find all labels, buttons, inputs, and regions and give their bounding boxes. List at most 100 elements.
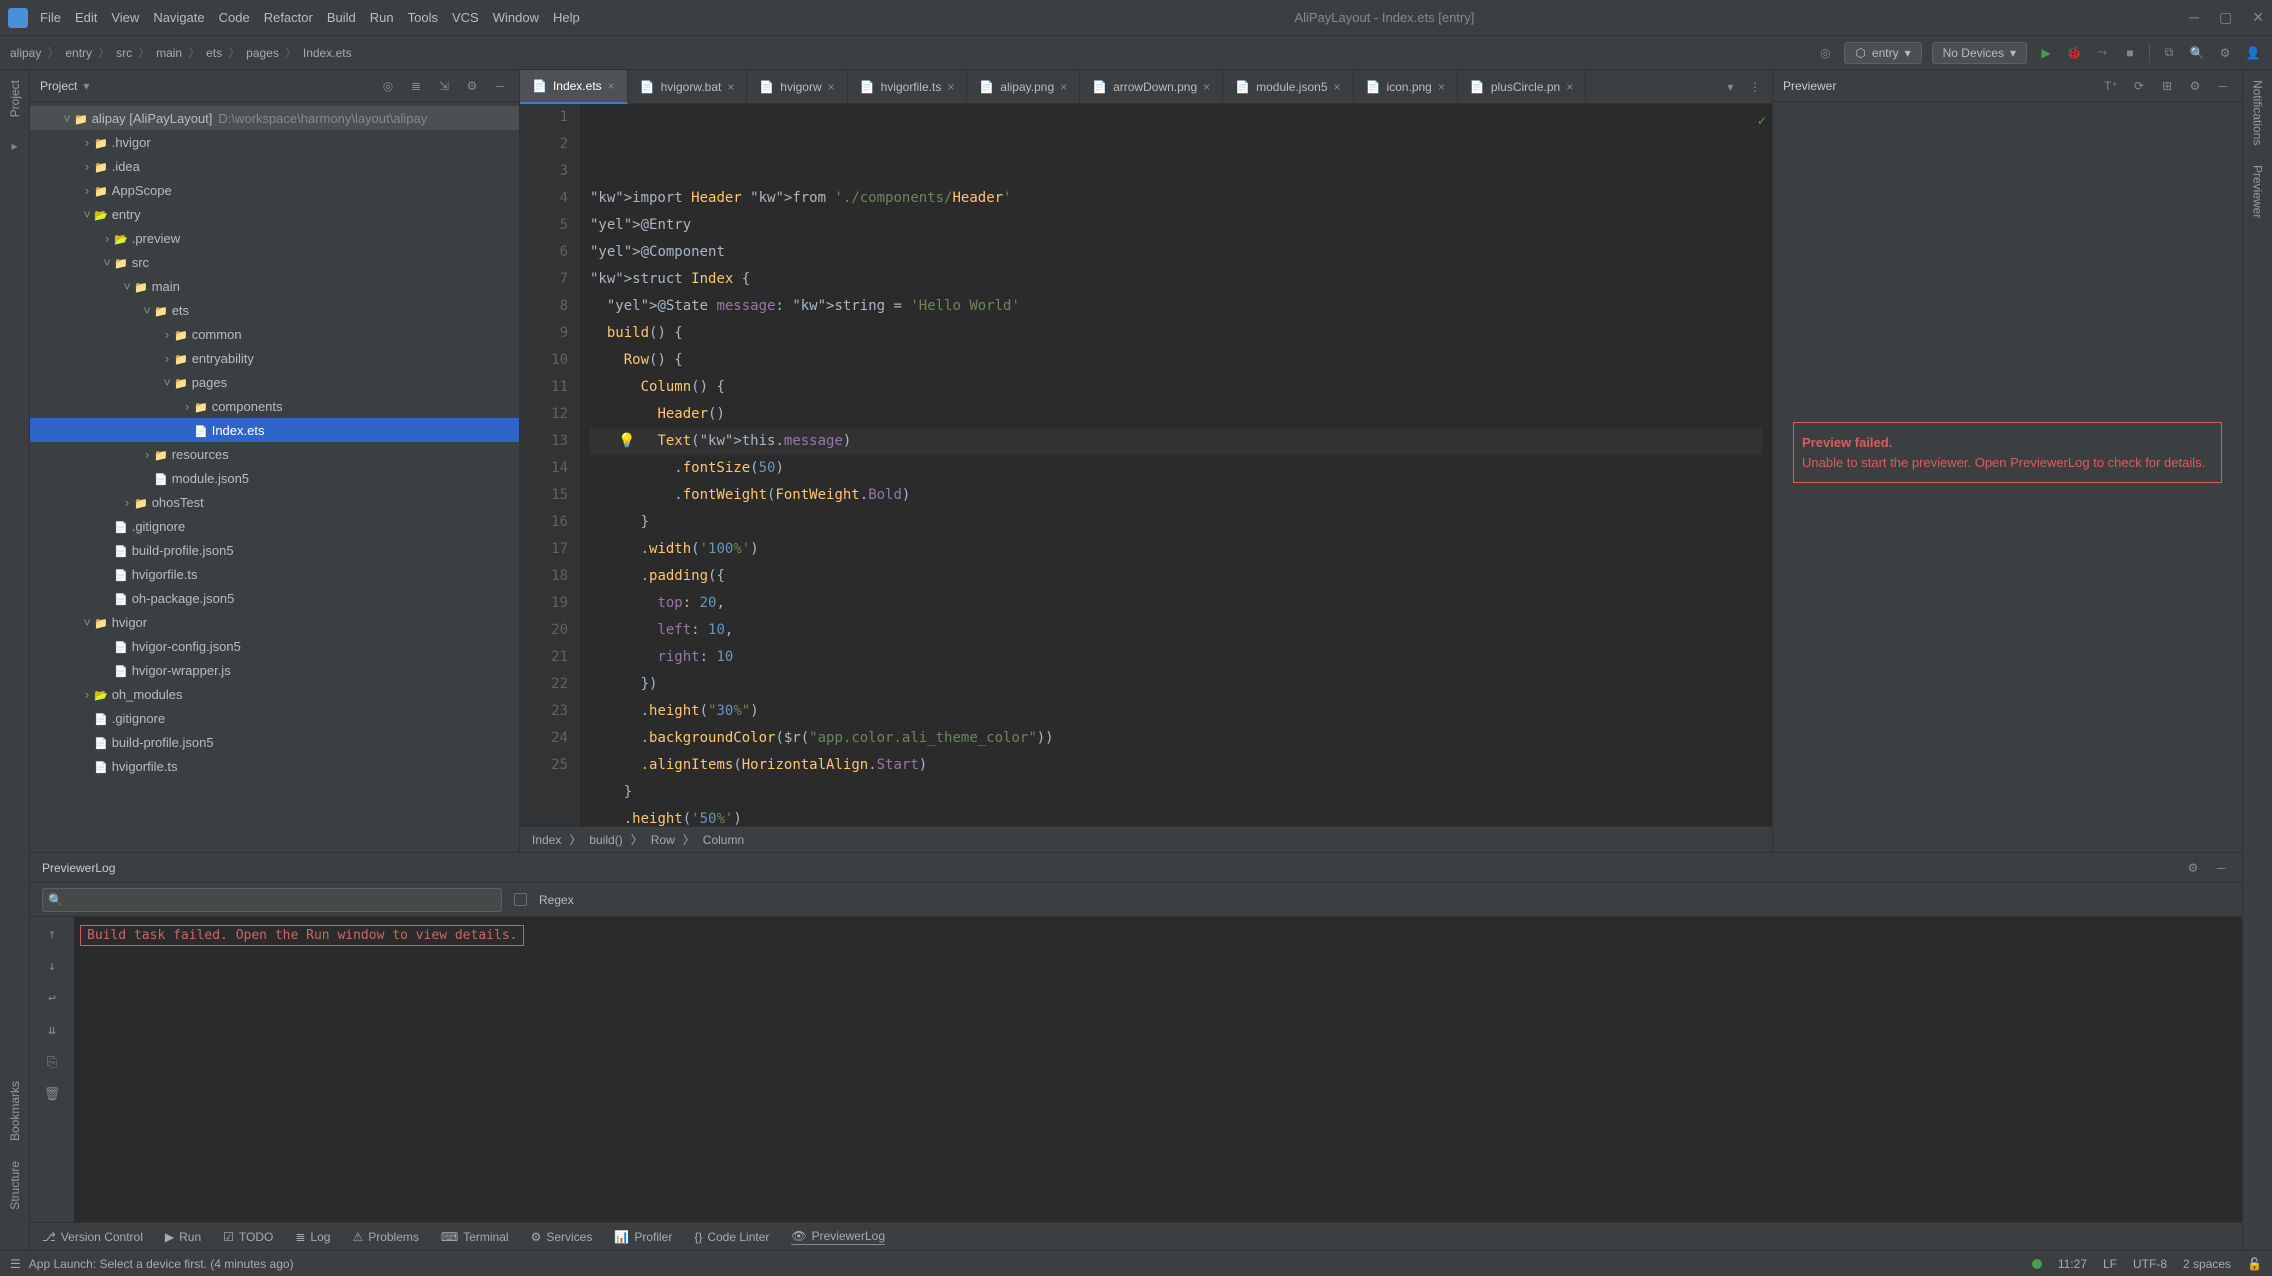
- tree-row[interactable]: ˅entry: [30, 202, 519, 226]
- open-icon[interactable]: ⧉: [2160, 44, 2178, 62]
- line-separator[interactable]: LF: [2103, 1257, 2117, 1271]
- structure-tab[interactable]: Structure: [8, 1161, 22, 1210]
- run-icon[interactable]: ▶: [2037, 44, 2055, 62]
- tree-row[interactable]: oh-package.json5: [30, 586, 519, 610]
- tree-row[interactable]: hvigor-config.json5: [30, 634, 519, 658]
- intention-bulb-icon[interactable]: 💡: [618, 428, 635, 455]
- tool-window-tab[interactable]: ⚙Services: [531, 1230, 593, 1244]
- menu-code[interactable]: Code: [219, 10, 250, 25]
- maximize-icon[interactable]: ▢: [2219, 9, 2232, 26]
- tree-row[interactable]: hvigor-wrapper.js: [30, 658, 519, 682]
- expand-icon[interactable]: ⇲: [435, 77, 453, 95]
- tool-window-tab[interactable]: ⚠Problems: [352, 1230, 418, 1244]
- breadcrumb-item[interactable]: Index.ets: [303, 46, 352, 60]
- device-selector[interactable]: No Devices▾: [1932, 42, 2027, 64]
- breadcrumb-item[interactable]: src: [116, 46, 132, 60]
- down-icon[interactable]: ↓: [43, 957, 61, 975]
- tool-window-tab[interactable]: ⌨Terminal: [441, 1230, 509, 1244]
- tree-row[interactable]: hvigorfile.ts: [30, 562, 519, 586]
- editor-tab[interactable]: 📄plusCircle.pn×: [1458, 70, 1586, 104]
- breadcrumb-item[interactable]: pages: [246, 46, 279, 60]
- tree-row[interactable]: ˅alipay [AliPayLayout]D:\workspace\harmo…: [30, 106, 519, 130]
- collapse-icon[interactable]: ≣: [407, 77, 425, 95]
- tree-row[interactable]: ›.idea: [30, 154, 519, 178]
- stop-icon[interactable]: ■: [2121, 44, 2139, 62]
- hide-icon[interactable]: ─: [2214, 77, 2232, 95]
- wrap-icon[interactable]: ↩: [43, 989, 61, 1007]
- target-icon[interactable]: ◎: [1816, 44, 1834, 62]
- hide-icon[interactable]: ─: [491, 77, 509, 95]
- tree-row[interactable]: build-profile.json5: [30, 730, 519, 754]
- module-selector[interactable]: ⬡ entry▾: [1844, 42, 1921, 64]
- breadcrumb-item[interactable]: ets: [206, 46, 222, 60]
- chevron-icon[interactable]: ▸: [6, 137, 24, 155]
- close-icon[interactable]: ✕: [2252, 9, 2264, 26]
- tree-row[interactable]: ›ohosTest: [30, 490, 519, 514]
- tree-row[interactable]: ›common: [30, 322, 519, 346]
- close-tab-icon[interactable]: ×: [608, 79, 615, 93]
- export-icon[interactable]: ⎘: [43, 1053, 61, 1071]
- hide-icon[interactable]: ─: [2212, 859, 2230, 877]
- tool-window-tab[interactable]: 👁PreviewerLog: [791, 1229, 885, 1245]
- menu-view[interactable]: View: [111, 10, 139, 25]
- tool-window-tab[interactable]: ⎇Version Control: [42, 1230, 143, 1244]
- notifications-tab[interactable]: Notifications: [2251, 80, 2265, 145]
- menu-tools[interactable]: Tools: [408, 10, 438, 25]
- tree-row[interactable]: .gitignore: [30, 514, 519, 538]
- tabs-dropdown-icon[interactable]: ▾: [1721, 78, 1739, 96]
- gear-icon[interactable]: ⚙: [2186, 77, 2204, 95]
- trash-icon[interactable]: 🗑: [43, 1085, 61, 1103]
- tabs-more-icon[interactable]: ⋮: [1746, 78, 1764, 96]
- regex-checkbox[interactable]: [514, 893, 527, 906]
- tree-row[interactable]: Index.ets: [30, 418, 519, 442]
- editor-tab[interactable]: 📄hvigorfile.ts×: [848, 70, 968, 104]
- breadcrumb-item[interactable]: main: [156, 46, 182, 60]
- menu-navigate[interactable]: Navigate: [153, 10, 204, 25]
- menu-edit[interactable]: Edit: [75, 10, 97, 25]
- bookmarks-tab[interactable]: Bookmarks: [8, 1081, 22, 1141]
- breadcrumb-item[interactable]: alipay: [10, 46, 41, 60]
- editor-tab[interactable]: 📄hvigorw.bat×: [628, 70, 748, 104]
- gear-icon[interactable]: ⚙: [463, 77, 481, 95]
- editor-tab[interactable]: 📄hvigorw×: [747, 70, 847, 104]
- search-icon[interactable]: 🔍: [2188, 44, 2206, 62]
- close-tab-icon[interactable]: ×: [727, 80, 734, 94]
- editor-tab[interactable]: 📄icon.png×: [1354, 70, 1458, 104]
- encoding[interactable]: UTF-8: [2133, 1257, 2167, 1271]
- refresh-icon[interactable]: ⟳: [2130, 77, 2148, 95]
- menu-file[interactable]: File: [40, 10, 61, 25]
- tree-row[interactable]: ˅pages: [30, 370, 519, 394]
- tool-window-tab[interactable]: ☑TODO: [223, 1230, 273, 1244]
- tree-row[interactable]: ›.preview: [30, 226, 519, 250]
- log-output[interactable]: ↑ ↓ ↩ ⇊ ⎘ 🗑 Build task failed. Open the …: [30, 917, 2242, 1222]
- menu-help[interactable]: Help: [553, 10, 580, 25]
- project-tree[interactable]: ˅alipay [AliPayLayout]D:\workspace\harmo…: [30, 102, 519, 852]
- tree-row[interactable]: ›entryability: [30, 346, 519, 370]
- tree-row[interactable]: ›resources: [30, 442, 519, 466]
- tree-row[interactable]: ›components: [30, 394, 519, 418]
- editor-tab[interactable]: 📄Index.ets×: [520, 70, 628, 104]
- lock-icon[interactable]: 🔓: [2247, 1257, 2262, 1271]
- attach-icon[interactable]: ⤳: [2093, 44, 2111, 62]
- close-tab-icon[interactable]: ×: [1060, 80, 1067, 94]
- tree-row[interactable]: ˅src: [30, 250, 519, 274]
- cursor-position[interactable]: 11:27: [2058, 1257, 2087, 1271]
- status-icon[interactable]: ☰: [10, 1257, 21, 1271]
- log-search-input[interactable]: [42, 888, 502, 912]
- close-tab-icon[interactable]: ×: [1438, 80, 1445, 94]
- font-icon[interactable]: T⁺: [2102, 77, 2120, 95]
- tool-window-tab[interactable]: {}Code Linter: [694, 1230, 769, 1244]
- close-tab-icon[interactable]: ×: [1334, 80, 1341, 94]
- target-icon[interactable]: ◎: [379, 77, 397, 95]
- crumb[interactable]: Row: [651, 833, 675, 847]
- tree-row[interactable]: hvigorfile.ts: [30, 754, 519, 778]
- debug-icon[interactable]: 🐞: [2065, 44, 2083, 62]
- close-tab-icon[interactable]: ×: [1203, 80, 1210, 94]
- tree-row[interactable]: build-profile.json5: [30, 538, 519, 562]
- inspection-ok-icon[interactable]: ✓: [1758, 108, 1766, 135]
- tree-row[interactable]: ˅hvigor: [30, 610, 519, 634]
- code-editor[interactable]: 1234567891011121314151617181920212223242…: [520, 104, 1772, 826]
- editor-tab[interactable]: 📄module.json5×: [1223, 70, 1353, 104]
- tool-window-tab[interactable]: ▶Run: [165, 1230, 201, 1244]
- close-tab-icon[interactable]: ×: [1566, 80, 1573, 94]
